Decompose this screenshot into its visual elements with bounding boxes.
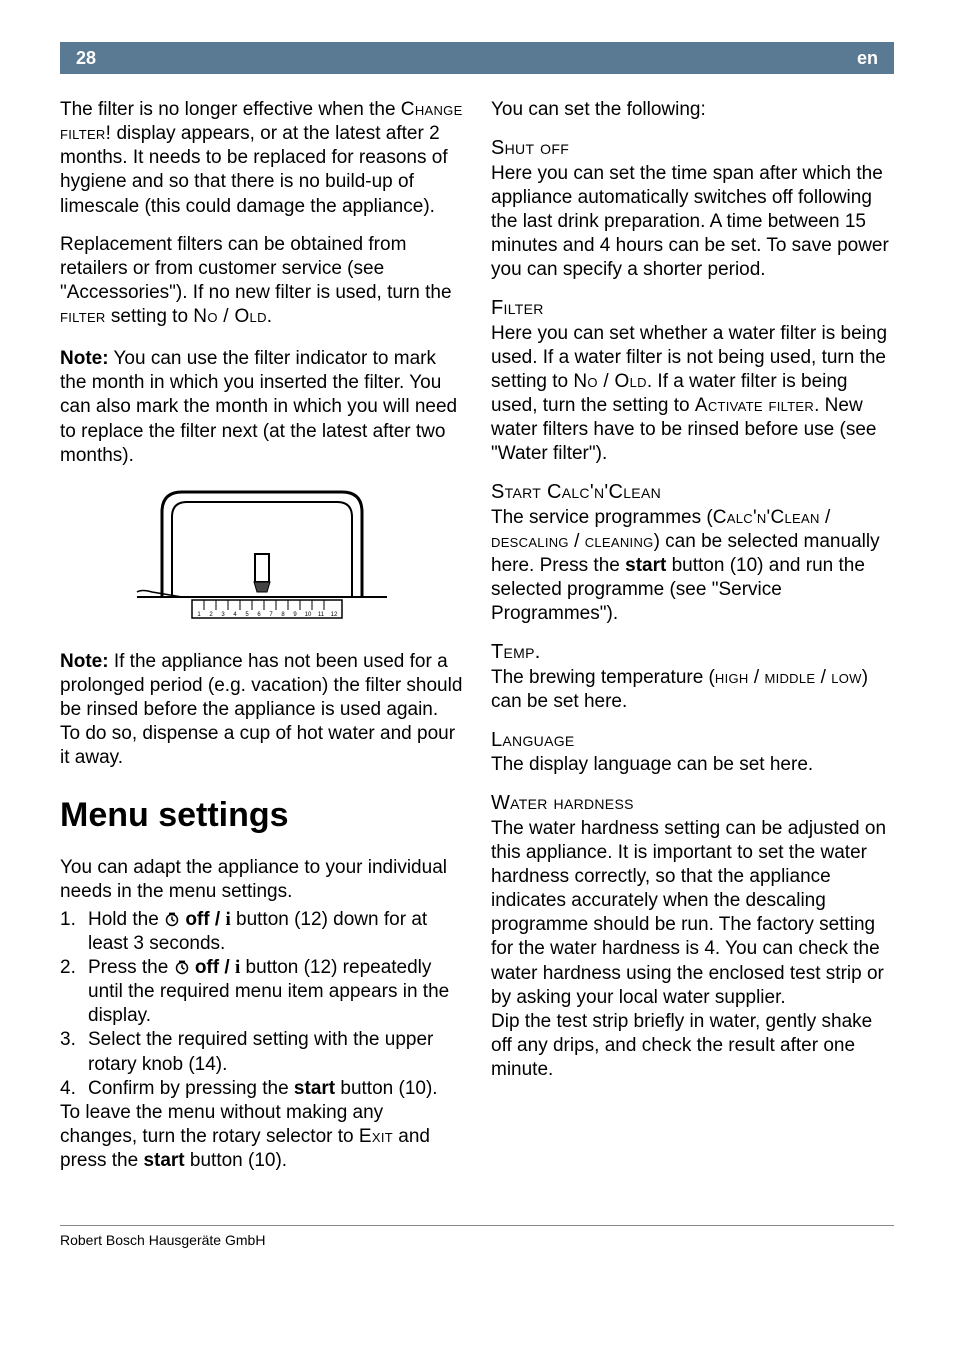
page-number: 28 (76, 48, 96, 69)
high-label: high (715, 667, 749, 688)
text: button (10). (185, 1150, 287, 1171)
temp-body: The brewing temperature (high / middle /… (491, 666, 894, 714)
text: / (820, 507, 831, 528)
step-number: 3. (60, 1028, 88, 1076)
temp-heading: Temp. (491, 640, 894, 665)
replacement-filter-paragraph: Replacement filters can be obtained from… (60, 233, 463, 330)
step-text: Hold the off / i button (12) down for at… (88, 908, 463, 956)
activate-filter-label: Activate filter (695, 395, 814, 416)
calc-n-clean-label: Calc'n'Clean (713, 507, 820, 528)
clock-icon (174, 959, 190, 975)
text: button (10). (335, 1078, 437, 1099)
descaling-label: descaling (491, 531, 569, 552)
off-bold: off / (185, 909, 225, 930)
filter-effective-paragraph: The filter is no longer effective when t… (60, 98, 463, 219)
text: . (267, 306, 272, 327)
filter-label: filter (60, 306, 106, 327)
cleaning-label: cleaning (585, 531, 654, 552)
shut-off-body: Here you can set the time span after whi… (491, 162, 894, 283)
text: Hold the (88, 909, 164, 930)
step-text: Select the required setting with the upp… (88, 1028, 463, 1076)
calc-n-clean-heading: Start Calc'n'Clean (491, 480, 894, 505)
menu-steps-list: 1. Hold the off / i button (12) down for… (60, 908, 463, 1101)
text: The service programmes ( (491, 507, 713, 528)
no-old-label: No / Old (193, 306, 266, 327)
start-bold: start (143, 1150, 184, 1171)
shut-off-heading: Shut off (491, 136, 894, 161)
text: / (749, 667, 765, 688)
text: / (569, 531, 585, 552)
list-item: 2. Press the off / i button (12) repeate… (60, 956, 463, 1028)
calc-n-clean-body: The service programmes (Calc'n'Clean / d… (491, 506, 894, 627)
note-filter-indicator: Note: You can use the filter indicator t… (60, 347, 463, 468)
settings-intro: You can set the following: (491, 98, 894, 122)
low-label: low (831, 667, 862, 688)
right-column: You can set the following: Shut off Here… (491, 98, 894, 1187)
text: You can use the filter indicator to mark… (60, 348, 457, 466)
step-text: Confirm by pressing the start button (10… (88, 1077, 438, 1101)
page-language: en (857, 48, 878, 69)
language-body: The display language can be set here. (491, 753, 894, 777)
text: / (815, 667, 831, 688)
menu-exit-paragraph: To leave the menu without making any cha… (60, 1101, 463, 1173)
filter-body: Here you can set whether a water filter … (491, 322, 894, 467)
svg-text:11: 11 (317, 612, 324, 618)
step-text: Press the off / i button (12) repeatedly… (88, 956, 463, 1028)
note-label: Note: (60, 651, 109, 672)
menu-intro: You can adapt the appliance to your indi… (60, 856, 463, 904)
text: display appears, or at the latest after … (60, 123, 448, 216)
filter-diagram: 123 456 789 101112 (127, 482, 397, 632)
start-bold: start (625, 555, 666, 576)
no-old-label: No / Old (573, 371, 646, 392)
list-item: 4. Confirm by pressing the start button … (60, 1077, 463, 1101)
text: The filter is no longer effective when t… (60, 99, 401, 120)
text: Replacement filters can be obtained from… (60, 234, 452, 303)
off-bold: off / (195, 957, 235, 978)
page-header: 28 en (60, 42, 894, 74)
svg-text:12: 12 (330, 612, 337, 618)
step-number: 1. (60, 908, 88, 956)
water-hardness-body-2: Dip the test strip briefly in water, gen… (491, 1010, 894, 1082)
water-hardness-body-1: The water hardness setting can be adjust… (491, 817, 894, 1010)
svg-text:10: 10 (304, 612, 311, 618)
note-label: Note: (60, 348, 109, 369)
left-column: The filter is no longer effective when t… (60, 98, 463, 1187)
step-number: 4. (60, 1077, 88, 1101)
filter-heading: Filter (491, 296, 894, 321)
menu-settings-heading: Menu settings (60, 794, 463, 837)
step-number: 2. (60, 956, 88, 1028)
list-item: 1. Hold the off / i button (12) down for… (60, 908, 463, 956)
page-footer: Robert Bosch Hausgeräte GmbH (60, 1225, 894, 1248)
text: If the appliance has not been used for a… (60, 651, 462, 769)
water-hardness-heading: Water hardness (491, 791, 894, 816)
text: To leave the menu without making any cha… (60, 1102, 383, 1147)
middle-label: middle (764, 667, 815, 688)
exit-label: Exit (359, 1126, 393, 1147)
language-heading: Language (491, 728, 894, 753)
text: setting to (106, 306, 194, 327)
note-prolonged-period: Note: If the appliance has not been used… (60, 650, 463, 771)
text: Confirm by pressing the (88, 1078, 294, 1099)
list-item: 3. Select the required setting with the … (60, 1028, 463, 1076)
text: Press the (88, 957, 174, 978)
content-columns: The filter is no longer effective when t… (60, 98, 894, 1187)
text: The brewing temperature ( (491, 667, 715, 688)
start-bold: start (294, 1078, 335, 1099)
clock-icon (164, 911, 180, 927)
